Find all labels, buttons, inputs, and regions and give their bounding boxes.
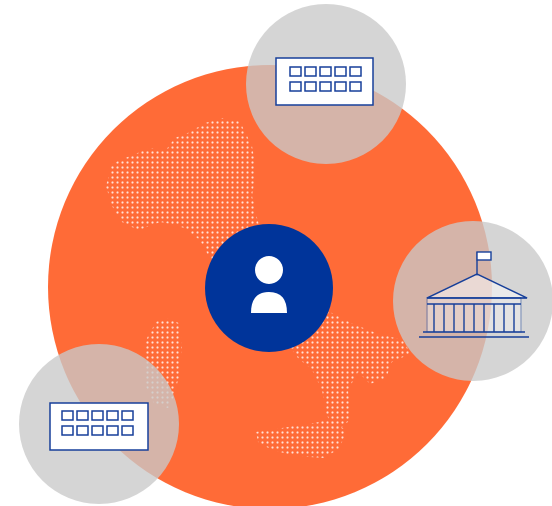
keyboard-icon	[49, 402, 149, 451]
bottom-left-satellite	[19, 344, 179, 504]
illustration	[19, 4, 552, 506]
right-satellite	[393, 221, 552, 381]
center-user-badge	[205, 224, 333, 352]
keyboard-icon	[275, 57, 374, 106]
top-satellite	[246, 4, 406, 164]
